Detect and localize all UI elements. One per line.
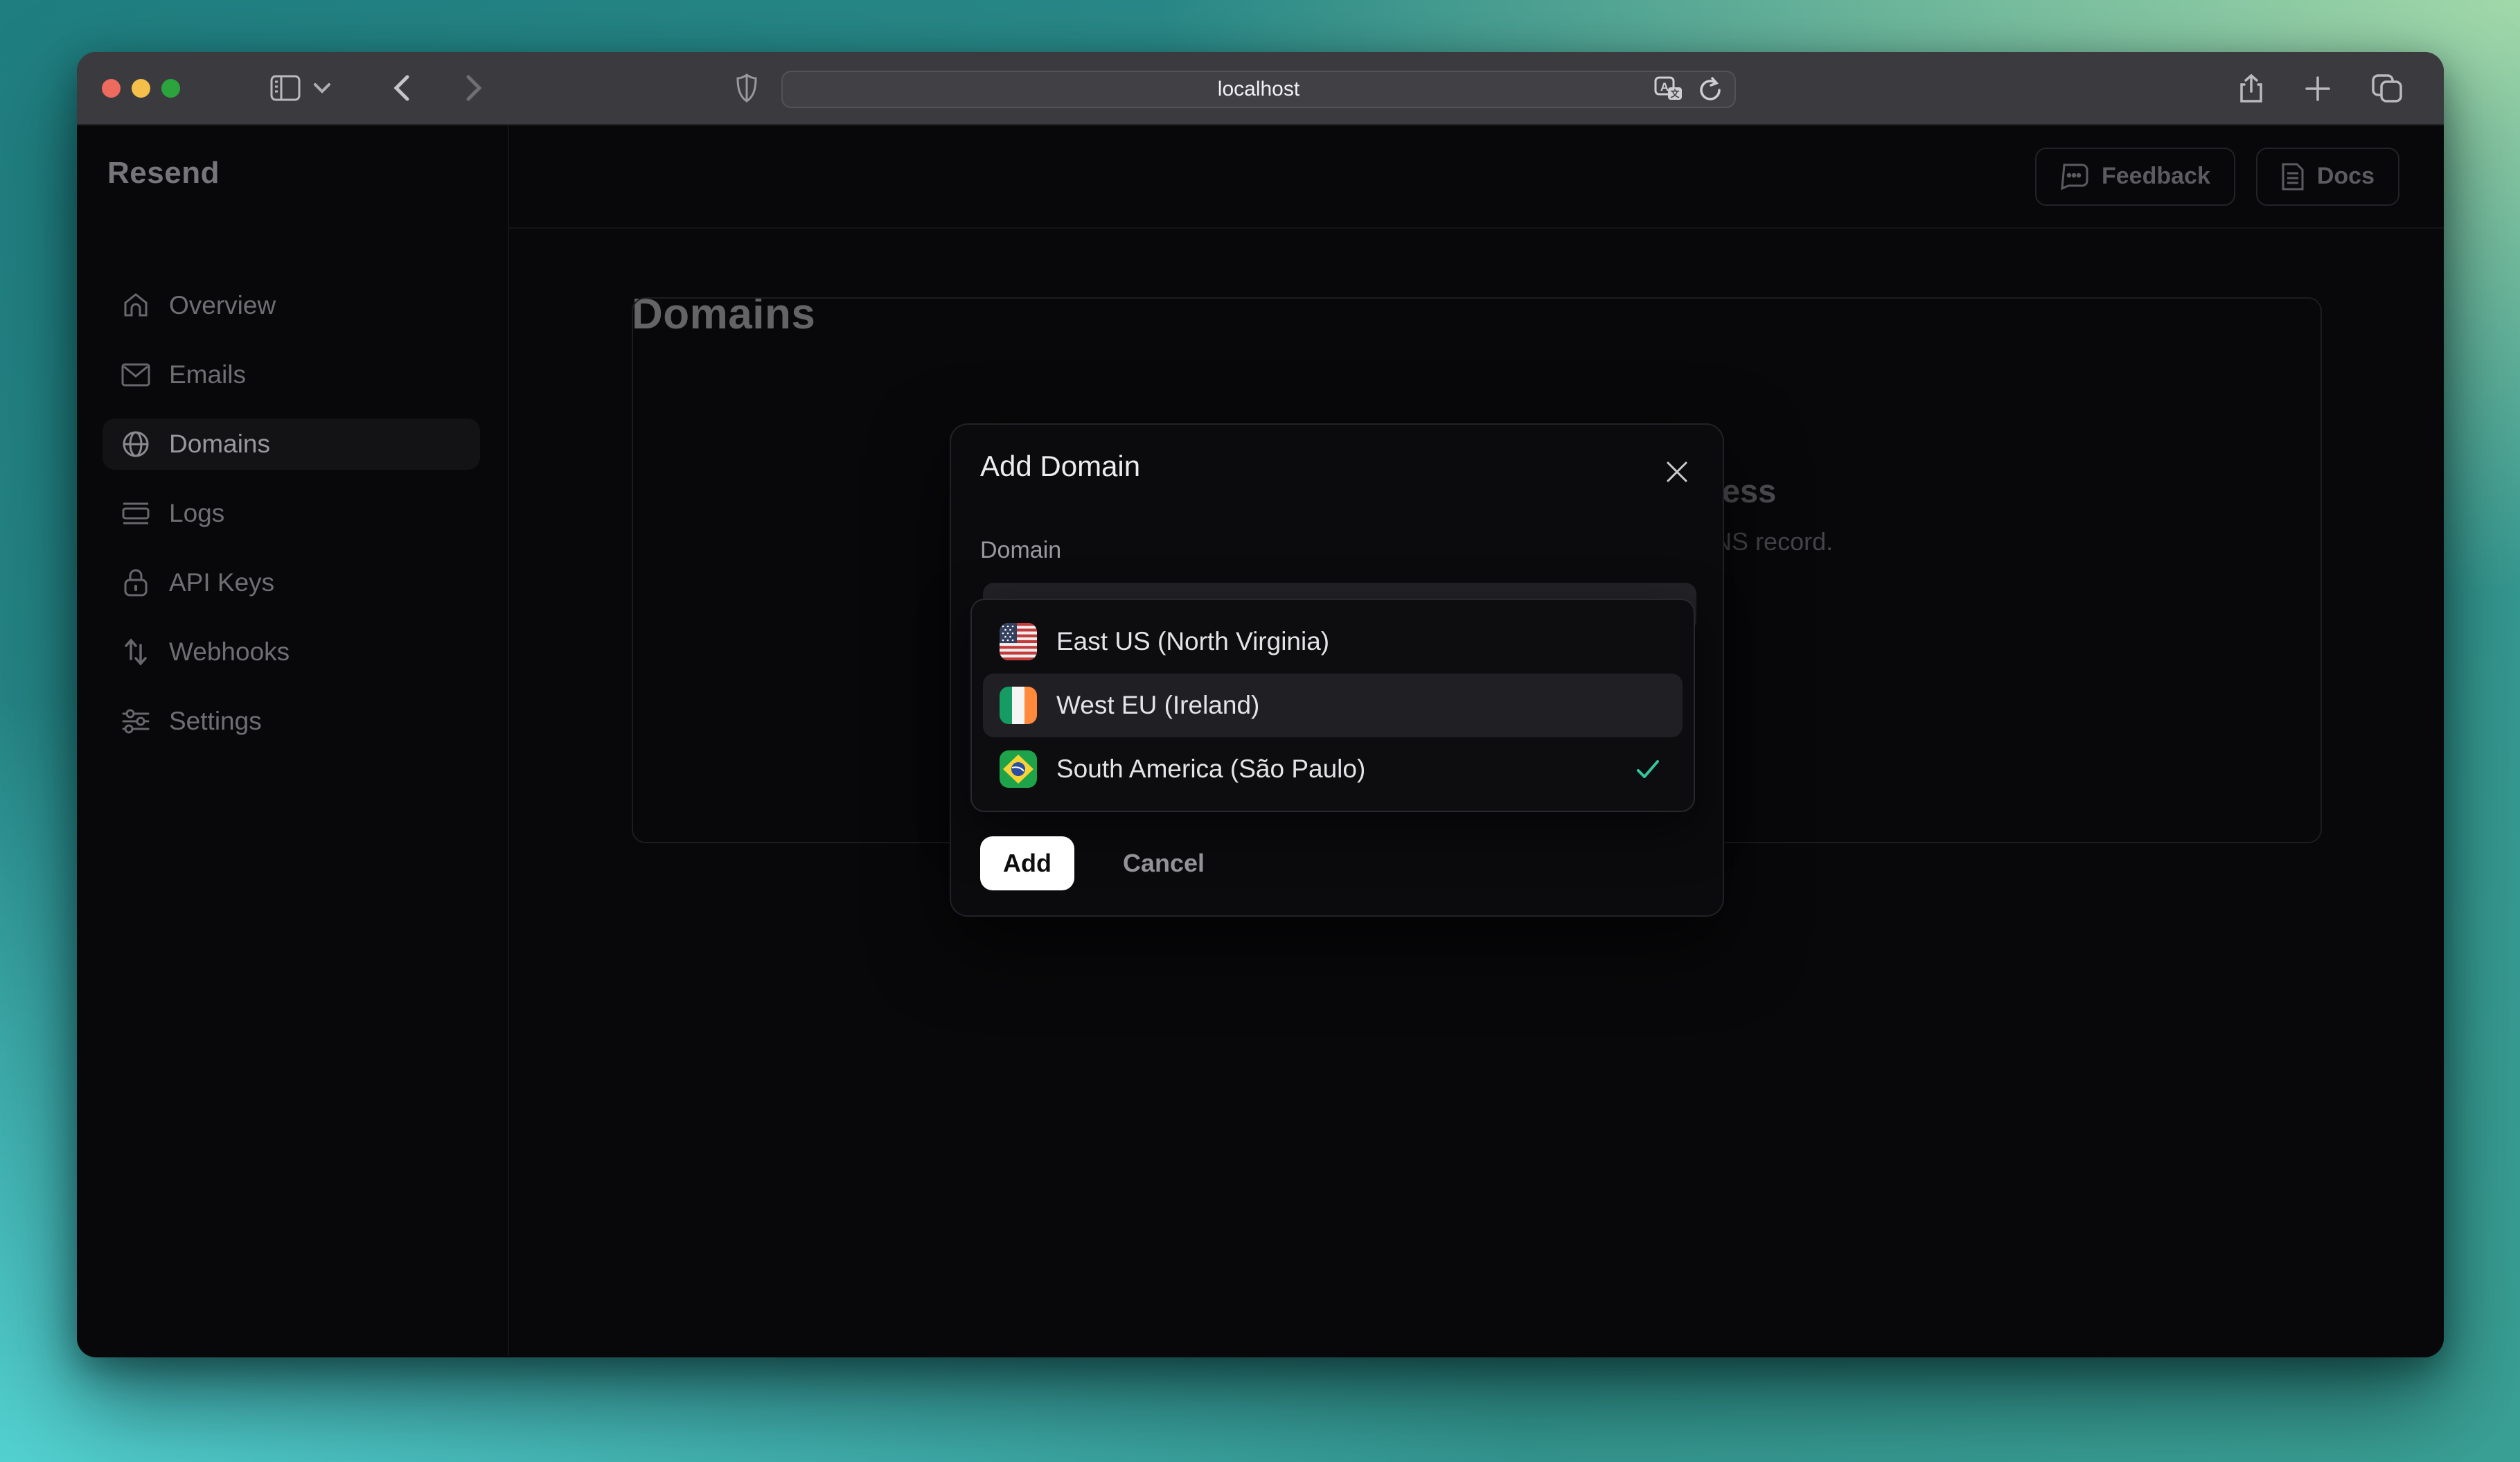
sidebar-item-logs[interactable]: Logs xyxy=(103,488,480,539)
add-button[interactable]: Add xyxy=(980,836,1074,890)
ireland-flag-icon xyxy=(1000,687,1037,724)
region-dropdown-menu: East US (North Virginia) West EU (Irelan… xyxy=(970,599,1695,812)
sidebar-item-api-keys[interactable]: API Keys xyxy=(103,557,480,608)
browser-toolbar: localhost A 文 xyxy=(77,52,2444,125)
sidebar: Resend Overview Emails Domains Logs API … xyxy=(77,125,509,1356)
toolbar-chevron-down-icon[interactable] xyxy=(313,82,331,94)
desktop: localhost A 文 Resend Overview Emails Dom… xyxy=(0,0,2520,1462)
translate-icon[interactable]: A 文 xyxy=(1654,76,1683,103)
add-domain-modal: Add Domain Domain East US (North Virgini… xyxy=(950,423,1724,917)
sliders-icon xyxy=(103,709,169,734)
feedback-icon xyxy=(2060,163,2089,191)
url-text: localhost xyxy=(1217,78,1300,100)
sidebar-item-label: Settings xyxy=(169,707,262,735)
sidebar-item-overview[interactable]: Overview xyxy=(103,280,480,331)
forward-button-icon[interactable] xyxy=(465,74,482,102)
region-option-label: South America (São Paulo) xyxy=(1056,755,1366,783)
sidebar-item-label: Domains xyxy=(169,430,270,458)
tab-overview-icon[interactable] xyxy=(2372,74,2404,103)
traffic-lights xyxy=(102,78,180,98)
app-header: Feedback Docs xyxy=(509,125,2444,229)
region-option-east-us[interactable]: East US (North Virginia) xyxy=(983,610,1683,673)
home-icon xyxy=(103,292,169,319)
cancel-button[interactable]: Cancel xyxy=(1109,836,1218,890)
region-option-label: West EU (Ireland) xyxy=(1056,691,1260,719)
modal-title: Add Domain xyxy=(980,450,1141,482)
sidebar-item-webhooks[interactable]: Webhooks xyxy=(103,626,480,678)
sidebar-item-label: Webhooks xyxy=(169,637,290,666)
globe-icon xyxy=(103,430,169,458)
logs-icon xyxy=(103,502,169,525)
close-window-button[interactable] xyxy=(102,78,121,98)
sidebar-toggle-icon[interactable] xyxy=(270,75,301,101)
privacy-shield-icon[interactable] xyxy=(736,73,757,103)
brazil-flag-icon xyxy=(1000,750,1037,788)
domain-field-label: Domain xyxy=(980,537,1062,563)
us-flag-icon xyxy=(1000,623,1037,660)
reload-icon[interactable] xyxy=(1698,76,1723,103)
region-option-south-america[interactable]: South America (São Paulo) xyxy=(983,737,1683,801)
sidebar-nav: Overview Emails Domains Logs API Keys We… xyxy=(77,280,508,747)
feedback-label: Feedback xyxy=(2102,163,2210,189)
mail-icon xyxy=(103,363,169,387)
sidebar-item-label: Emails xyxy=(169,360,247,389)
sidebar-item-label: Overview xyxy=(169,291,276,319)
svg-text:A: A xyxy=(1660,80,1669,94)
check-icon xyxy=(1634,755,1662,783)
browser-window: localhost A 文 Resend Overview Emails Dom… xyxy=(77,52,2444,1357)
feedback-button[interactable]: Feedback xyxy=(2035,147,2235,206)
zoom-window-button[interactable] xyxy=(161,78,180,98)
close-icon[interactable] xyxy=(1665,459,1689,484)
sidebar-item-label: API Keys xyxy=(169,568,275,597)
arrows-up-down-icon xyxy=(103,638,169,666)
sidebar-item-label: Logs xyxy=(169,499,225,527)
region-option-west-eu[interactable]: West EU (Ireland) xyxy=(983,673,1683,737)
sidebar-item-settings[interactable]: Settings xyxy=(103,696,480,747)
address-bar[interactable]: localhost A 文 xyxy=(781,71,1736,108)
lock-icon xyxy=(103,568,169,597)
svg-text:文: 文 xyxy=(1670,89,1680,99)
new-tab-icon[interactable] xyxy=(2304,75,2332,103)
docs-button[interactable]: Docs xyxy=(2255,147,2399,206)
region-option-label: East US (North Virginia) xyxy=(1056,627,1330,655)
resend-logo: Resend xyxy=(107,156,220,190)
minimize-window-button[interactable] xyxy=(132,78,150,98)
sidebar-item-domains[interactable]: Domains xyxy=(103,419,480,470)
docs-label: Docs xyxy=(2316,163,2375,189)
share-icon[interactable] xyxy=(2239,73,2264,104)
docs-icon xyxy=(2281,163,2305,191)
sidebar-item-emails[interactable]: Emails xyxy=(103,349,480,400)
back-button-icon[interactable] xyxy=(393,74,410,102)
